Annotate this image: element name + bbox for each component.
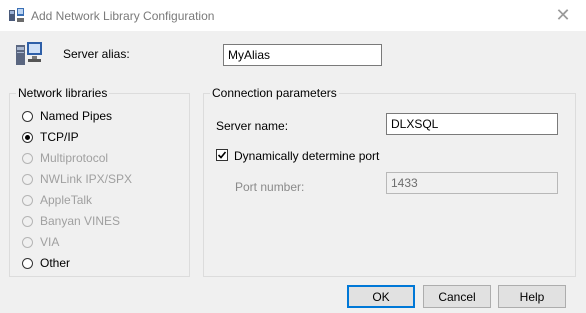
network-libraries-group: Network libraries Named Pipes TCP/IP Mul… — [9, 86, 190, 277]
radio-tcp-ip[interactable]: TCP/IP — [22, 129, 79, 145]
port-number-input: 1433 — [386, 172, 558, 194]
close-button[interactable]: ✕ — [540, 0, 586, 31]
radio-button[interactable] — [22, 257, 33, 269]
radio-button-disabled — [22, 152, 33, 164]
help-button[interactable]: Help — [498, 285, 566, 308]
radio-button-disabled — [22, 173, 33, 185]
radio-multiprotocol: Multiprotocol — [22, 150, 108, 166]
radio-appletalk: AppleTalk — [22, 192, 92, 208]
server-name-label: Server name: — [216, 119, 289, 133]
close-icon: ✕ — [555, 5, 571, 25]
ok-button[interactable]: OK — [347, 285, 415, 308]
radio-other[interactable]: Other — [22, 255, 70, 271]
radio-label: TCP/IP — [40, 130, 79, 144]
server-alias-label: Server alias: — [63, 47, 130, 61]
radio-label: Banyan VINES — [40, 214, 121, 228]
server-alias-input[interactable]: MyAlias — [223, 44, 382, 66]
radio-button-disabled — [22, 215, 33, 227]
radio-label: NWLink IPX/SPX — [40, 172, 133, 186]
connection-parameters-group: Connection parameters Server name: DLXSQ… — [203, 86, 576, 277]
radio-label: VIA — [40, 235, 60, 249]
radio-label: AppleTalk — [40, 193, 93, 207]
radio-via: VIA — [22, 234, 59, 250]
connection-parameters-title: Connection parameters — [210, 86, 339, 100]
server-name-input[interactable]: DLXSQL — [386, 113, 558, 135]
radio-label: Other — [40, 256, 71, 270]
network-libraries-title: Network libraries — [16, 86, 110, 100]
radio-banyan-vines: Banyan VINES — [22, 213, 120, 229]
radio-button-disabled — [22, 236, 33, 248]
checkmark-icon — [217, 151, 227, 159]
radio-button-selected[interactable] — [22, 131, 33, 143]
radio-label: Named Pipes — [40, 109, 113, 123]
radio-nwlink: NWLink IPX/SPX — [22, 171, 132, 187]
title-bar: Add Network Library Configuration ✕ — [0, 0, 586, 31]
radio-label: Multiprotocol — [40, 151, 109, 165]
server-computer-icon — [16, 42, 42, 65]
radio-button[interactable] — [22, 110, 33, 122]
radio-named-pipes[interactable]: Named Pipes — [22, 108, 112, 124]
network-config-icon — [9, 8, 24, 22]
port-number-label: Port number: — [235, 180, 305, 194]
cancel-button[interactable]: Cancel — [423, 285, 491, 308]
dynamic-port-checkbox[interactable] — [216, 149, 228, 161]
window-title: Add Network Library Configuration — [31, 9, 215, 23]
dialog-body: Server alias: MyAlias Network libraries … — [0, 31, 586, 313]
radio-button-disabled — [22, 194, 33, 206]
dynamic-port-label: Dynamically determine port — [234, 149, 380, 163]
